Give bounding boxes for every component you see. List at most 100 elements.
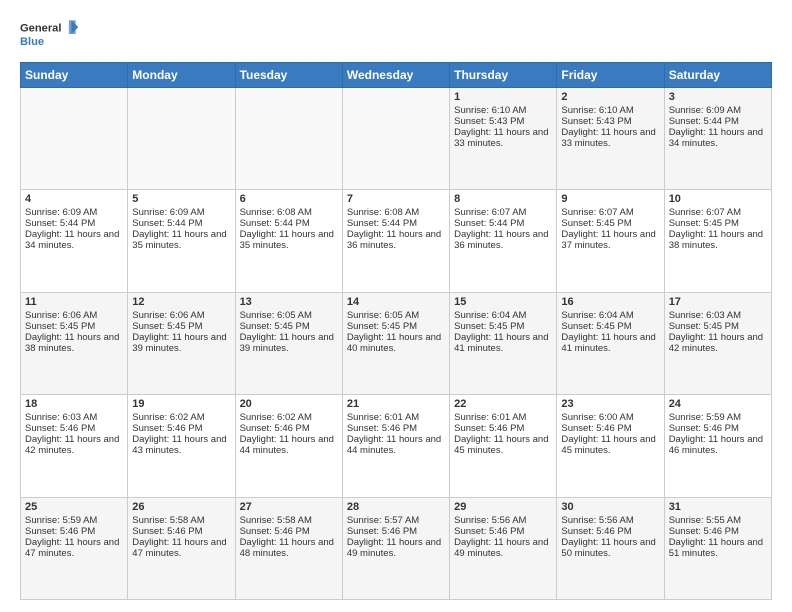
calendar-cell: 25 Sunrise: 5:59 AMSunset: 5:46 PMDayligh…: [21, 497, 128, 599]
cell-info: Sunrise: 5:55 AMSunset: 5:46 PMDaylight:…: [669, 515, 763, 559]
day-number: 29: [454, 501, 552, 513]
cell-info: Sunrise: 5:58 AMSunset: 5:46 PMDaylight:…: [240, 515, 334, 559]
calendar-cell: 1 Sunrise: 6:10 AMSunset: 5:43 PMDaylight…: [450, 88, 557, 190]
week-row-4: 18Sunrise: 6:03 AMSunset: 5:46 PMDayligh…: [21, 395, 772, 497]
cell-info: Sunrise: 6:06 AMSunset: 5:45 PMDaylight:…: [25, 310, 119, 354]
day-number: 22: [454, 398, 552, 410]
day-number: 17: [669, 296, 767, 308]
day-header-thursday: Thursday: [450, 63, 557, 88]
calendar-cell: 9Sunrise: 6:07 AMSunset: 5:45 PMDaylight…: [557, 190, 664, 292]
cell-info: Sunrise: 6:09 AMSunset: 5:44 PMDaylight:…: [669, 105, 763, 149]
logo: General Blue: [20, 16, 80, 52]
day-number: 8: [454, 193, 552, 205]
day-number: 15: [454, 296, 552, 308]
cell-info: Sunrise: 6:02 AMSunset: 5:46 PMDaylight:…: [132, 412, 226, 456]
day-header-monday: Monday: [128, 63, 235, 88]
calendar-cell: 29 Sunrise: 5:56 AMSunset: 5:46 PMDayligh…: [450, 497, 557, 599]
cell-info: Sunrise: 6:06 AMSunset: 5:45 PMDaylight:…: [132, 310, 226, 354]
calendar-cell: 19 Sunrise: 6:02 AMSunset: 5:46 PMDayligh…: [128, 395, 235, 497]
week-row-2: 4Sunrise: 6:09 AMSunset: 5:44 PMDaylight…: [21, 190, 772, 292]
cell-info: Sunrise: 5:59 AMSunset: 5:46 PMDaylight:…: [25, 515, 119, 559]
week-row-5: 25 Sunrise: 5:59 AMSunset: 5:46 PMDayligh…: [21, 497, 772, 599]
day-number: 25: [25, 501, 123, 513]
cell-info: Sunrise: 6:02 AMSunset: 5:46 PMDaylight:…: [240, 412, 334, 456]
day-number: 18: [25, 398, 123, 410]
day-number: 26: [132, 501, 230, 513]
calendar-cell: 2 Sunrise: 6:10 AMSunset: 5:43 PMDaylight…: [557, 88, 664, 190]
calendar: SundayMondayTuesdayWednesdayThursdayFrid…: [20, 62, 772, 600]
day-number: 11: [25, 296, 123, 308]
calendar-cell: [21, 88, 128, 190]
cell-info: Sunrise: 5:56 AMSunset: 5:46 PMDaylight:…: [561, 515, 655, 559]
calendar-cell: 26 Sunrise: 5:58 AMSunset: 5:46 PMDayligh…: [128, 497, 235, 599]
cell-info: Sunrise: 6:07 AMSunset: 5:45 PMDaylight:…: [669, 207, 763, 251]
day-number: 28: [347, 501, 445, 513]
calendar-cell: 17 Sunrise: 6:03 AMSunset: 5:45 PMDayligh…: [664, 292, 771, 394]
cell-info: Sunrise: 6:05 AMSunset: 5:45 PMDaylight:…: [240, 310, 334, 354]
week-row-1: 1 Sunrise: 6:10 AMSunset: 5:43 PMDaylight…: [21, 88, 772, 190]
calendar-cell: 16Sunrise: 6:04 AMSunset: 5:45 PMDayligh…: [557, 292, 664, 394]
day-number: 19: [132, 398, 230, 410]
calendar-cell: [342, 88, 449, 190]
calendar-cell: 11 Sunrise: 6:06 AMSunset: 5:45 PMDayligh…: [21, 292, 128, 394]
calendar-cell: 3 Sunrise: 6:09 AMSunset: 5:44 PMDaylight…: [664, 88, 771, 190]
calendar-cell: 4Sunrise: 6:09 AMSunset: 5:44 PMDaylight…: [21, 190, 128, 292]
cell-info: Sunrise: 6:09 AMSunset: 5:44 PMDaylight:…: [25, 207, 119, 251]
calendar-cell: 20 Sunrise: 6:02 AMSunset: 5:46 PMDayligh…: [235, 395, 342, 497]
cell-info: Sunrise: 5:56 AMSunset: 5:46 PMDaylight:…: [454, 515, 548, 559]
day-number: 3: [669, 91, 767, 103]
cell-info: Sunrise: 6:04 AMSunset: 5:45 PMDaylight:…: [561, 310, 655, 354]
cell-info: Sunrise: 6:03 AMSunset: 5:45 PMDaylight:…: [669, 310, 763, 354]
day-header-friday: Friday: [557, 63, 664, 88]
calendar-cell: 28Sunrise: 5:57 AMSunset: 5:46 PMDayligh…: [342, 497, 449, 599]
cell-info: Sunrise: 6:07 AMSunset: 5:44 PMDaylight:…: [454, 207, 548, 251]
calendar-cell: 31 Sunrise: 5:55 AMSunset: 5:46 PMDayligh…: [664, 497, 771, 599]
page: General Blue SundayMondayTuesdayWednesda…: [0, 0, 792, 612]
day-number: 7: [347, 193, 445, 205]
day-number: 12: [132, 296, 230, 308]
cell-info: Sunrise: 6:00 AMSunset: 5:46 PMDaylight:…: [561, 412, 655, 456]
day-header-saturday: Saturday: [664, 63, 771, 88]
calendar-cell: 10 Sunrise: 6:07 AMSunset: 5:45 PMDayligh…: [664, 190, 771, 292]
calendar-cell: 6 Sunrise: 6:08 AMSunset: 5:44 PMDaylight…: [235, 190, 342, 292]
cell-info: Sunrise: 5:58 AMSunset: 5:46 PMDaylight:…: [132, 515, 226, 559]
cell-info: Sunrise: 6:08 AMSunset: 5:44 PMDaylight:…: [347, 207, 441, 251]
calendar-cell: 13 Sunrise: 6:05 AMSunset: 5:45 PMDayligh…: [235, 292, 342, 394]
day-number: 23: [561, 398, 659, 410]
day-number: 10: [669, 193, 767, 205]
week-row-3: 11 Sunrise: 6:06 AMSunset: 5:45 PMDayligh…: [21, 292, 772, 394]
cell-info: Sunrise: 6:04 AMSunset: 5:45 PMDaylight:…: [454, 310, 548, 354]
day-number: 1: [454, 91, 552, 103]
calendar-cell: 27Sunrise: 5:58 AMSunset: 5:46 PMDayligh…: [235, 497, 342, 599]
calendar-cell: 18Sunrise: 6:03 AMSunset: 5:46 PMDayligh…: [21, 395, 128, 497]
calendar-cell: 14 Sunrise: 6:05 AMSunset: 5:45 PMDayligh…: [342, 292, 449, 394]
day-number: 21: [347, 398, 445, 410]
day-number: 13: [240, 296, 338, 308]
calendar-cell: 15 Sunrise: 6:04 AMSunset: 5:45 PMDayligh…: [450, 292, 557, 394]
day-header-sunday: Sunday: [21, 63, 128, 88]
day-number: 31: [669, 501, 767, 513]
day-number: 5: [132, 193, 230, 205]
calendar-cell: 8 Sunrise: 6:07 AMSunset: 5:44 PMDaylight…: [450, 190, 557, 292]
cell-info: Sunrise: 5:59 AMSunset: 5:46 PMDaylight:…: [669, 412, 763, 456]
day-number: 14: [347, 296, 445, 308]
day-number: 9: [561, 193, 659, 205]
calendar-cell: 23 Sunrise: 6:00 AMSunset: 5:46 PMDayligh…: [557, 395, 664, 497]
header: General Blue: [20, 16, 772, 52]
day-number: 24: [669, 398, 767, 410]
cell-info: Sunrise: 6:05 AMSunset: 5:45 PMDaylight:…: [347, 310, 441, 354]
calendar-cell: 30Sunrise: 5:56 AMSunset: 5:46 PMDayligh…: [557, 497, 664, 599]
calendar-cell: 5Sunrise: 6:09 AMSunset: 5:44 PMDaylight…: [128, 190, 235, 292]
day-number: 2: [561, 91, 659, 103]
svg-text:General: General: [20, 22, 61, 34]
calendar-cell: 7 Sunrise: 6:08 AMSunset: 5:44 PMDaylight…: [342, 190, 449, 292]
cell-info: Sunrise: 6:01 AMSunset: 5:46 PMDaylight:…: [454, 412, 548, 456]
day-number: 6: [240, 193, 338, 205]
calendar-cell: [128, 88, 235, 190]
days-header-row: SundayMondayTuesdayWednesdayThursdayFrid…: [21, 63, 772, 88]
cell-info: Sunrise: 6:10 AMSunset: 5:43 PMDaylight:…: [454, 105, 548, 149]
cell-info: Sunrise: 6:08 AMSunset: 5:44 PMDaylight:…: [240, 207, 334, 251]
cell-info: Sunrise: 6:10 AMSunset: 5:43 PMDaylight:…: [561, 105, 655, 149]
day-number: 20: [240, 398, 338, 410]
calendar-cell: 24 Sunrise: 5:59 AMSunset: 5:46 PMDayligh…: [664, 395, 771, 497]
